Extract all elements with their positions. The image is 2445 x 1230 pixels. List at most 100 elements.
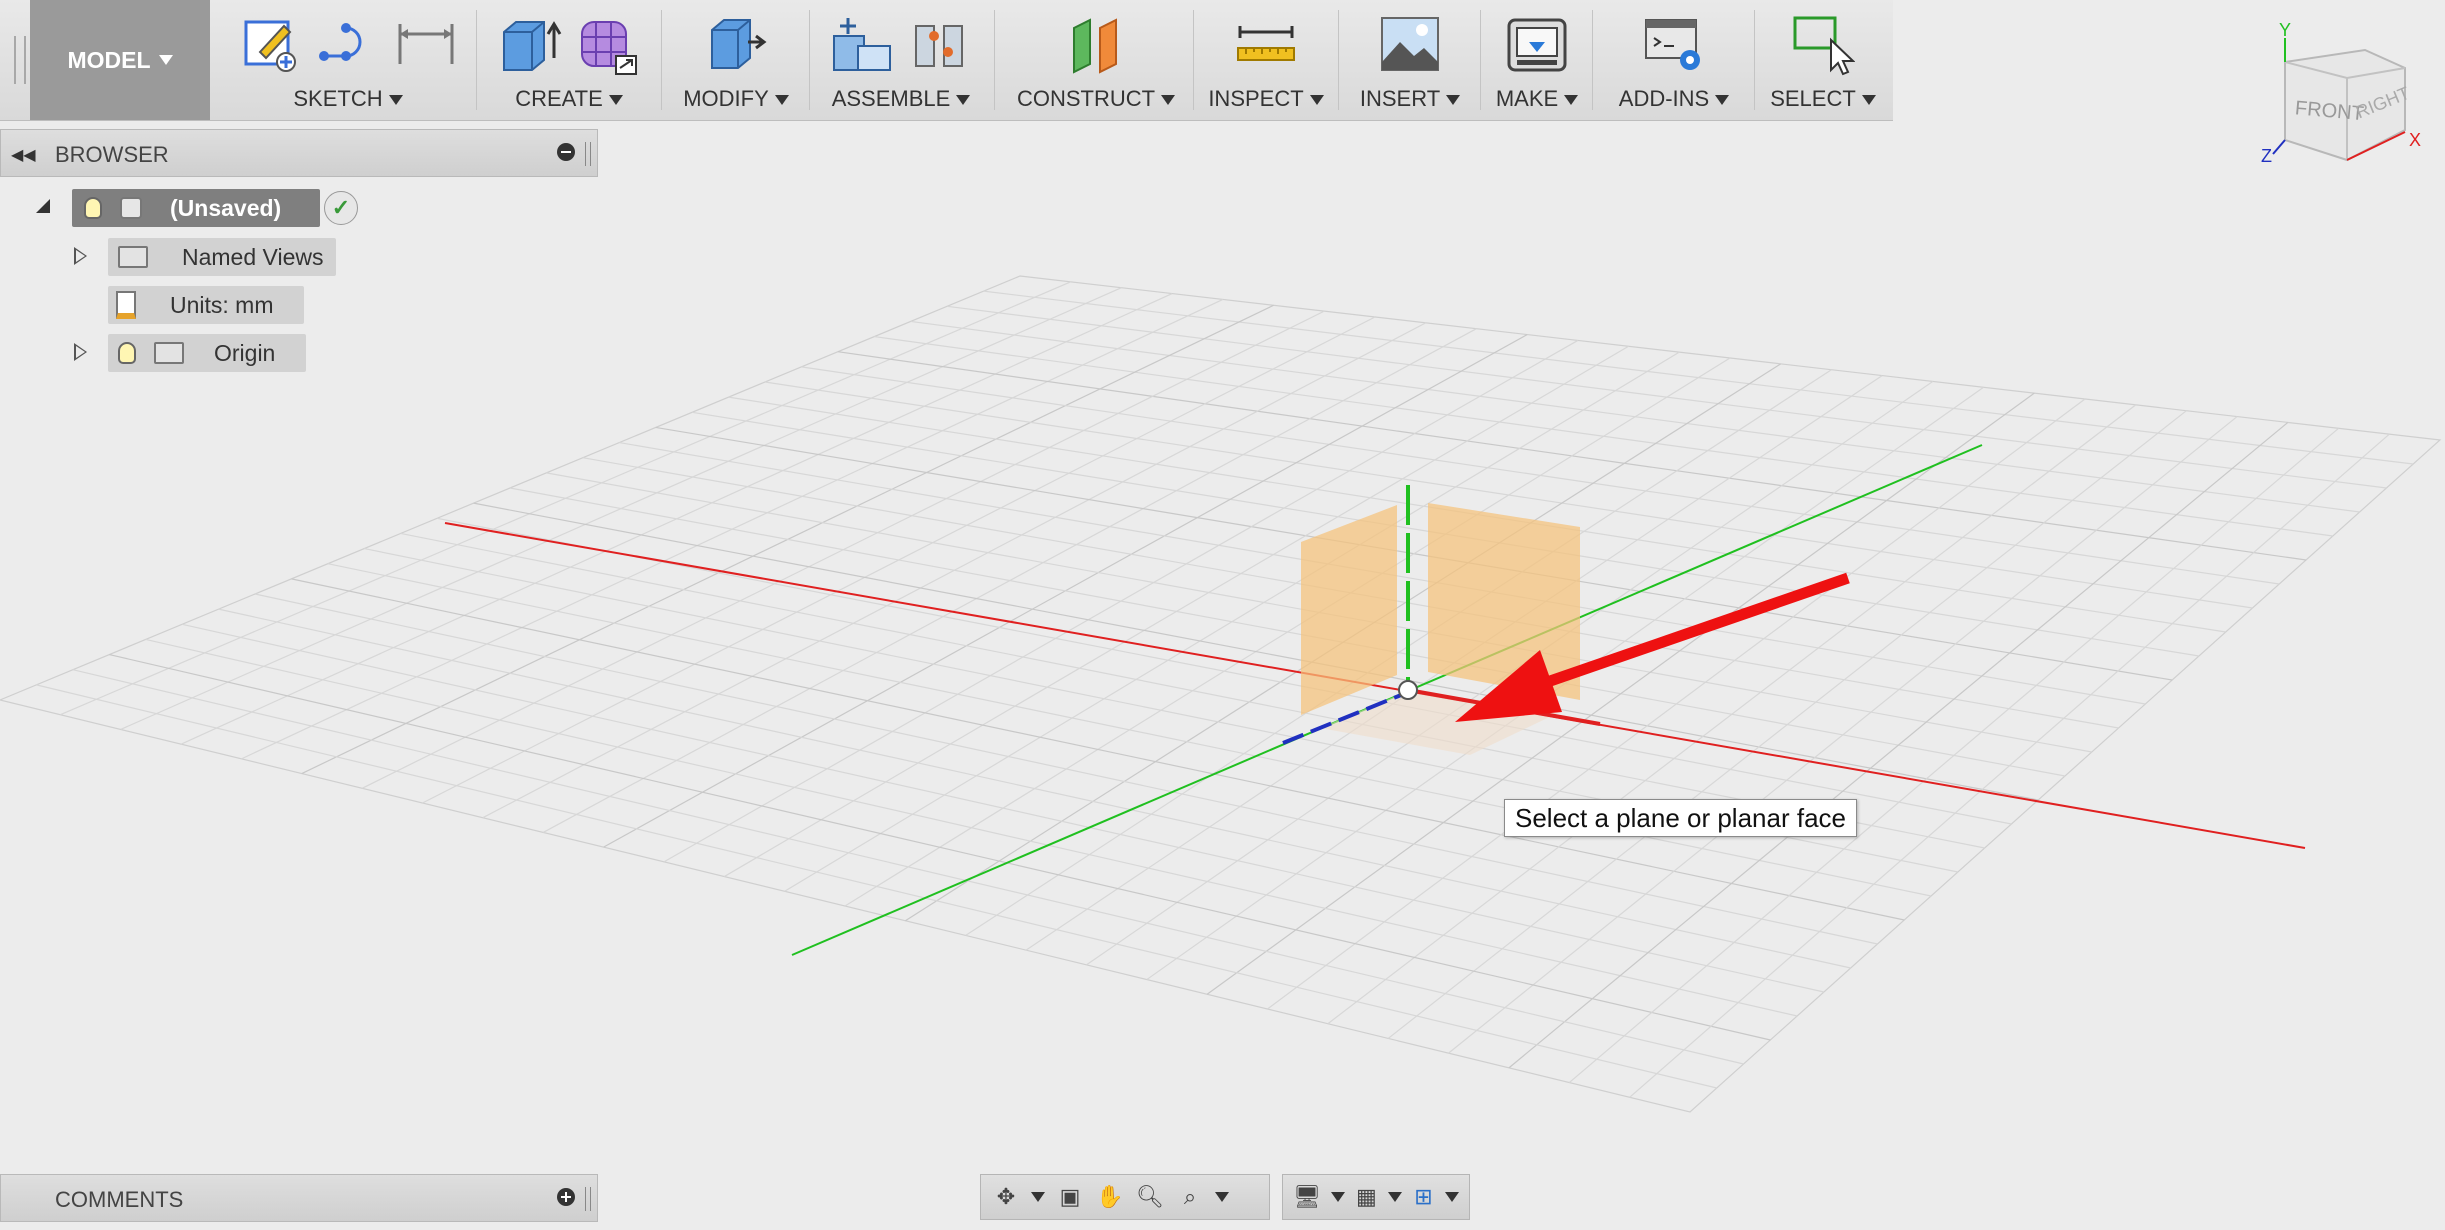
extrude-icon[interactable] [498,12,562,76]
view-cube-x-label: X [2409,130,2421,150]
toolbar-divider [1592,10,1593,110]
visibility-bulb-icon[interactable] [118,342,136,364]
chevron-down-icon [1564,95,1579,106]
grid-settings-icon[interactable]: ▦ [1355,1182,1378,1212]
view-cube[interactable]: FRONT RIGHT Y X Z [2255,20,2425,180]
component-icon [120,197,142,219]
chevron-down-icon[interactable] [1031,1192,1045,1202]
origin-plane-xy[interactable] [1301,505,1397,715]
modify-menu[interactable]: MODIFY [665,86,807,112]
construct-menu[interactable]: CONSTRUCT [998,86,1194,112]
chevron-down-icon [1309,95,1324,106]
expand-named-views-icon[interactable] [74,247,87,265]
toolbar-divider [1338,10,1339,110]
tree-item-units[interactable]: Units: mm [108,286,304,324]
toolbar-divider [809,10,810,110]
chevron-down-icon [608,95,623,106]
panel-grip[interactable] [585,1187,591,1211]
sketch-dimension-icon[interactable] [394,12,458,76]
addins-menu[interactable]: ADD-INS [1596,86,1752,112]
tree-item-label: Units: mm [170,291,274,318]
select-icon[interactable] [1791,12,1855,76]
tree-item-named-views[interactable]: Named Views [108,238,336,276]
tree-item-label: Origin [214,339,276,366]
chevron-down-icon [774,95,789,106]
select-group: SELECT [1758,0,1888,120]
make-menu[interactable]: MAKE [1484,86,1590,112]
create-menu[interactable]: CREATE [480,86,658,112]
make-group: MAKE [1484,0,1590,120]
fit-zoom-icon[interactable]: ⌕ [1175,1182,1205,1212]
active-component-check-icon[interactable]: ✓ [324,191,358,225]
inspect-group: INSPECT [1197,0,1335,120]
chevron-down-icon [1861,95,1876,106]
expand-root-icon[interactable] [36,199,50,213]
toolbar: MODEL SKETCH CREATE MODIFY ASSEMBLE CONS… [0,0,1893,121]
sketch-menu[interactable]: SKETCH [222,86,474,112]
chevron-down-icon [388,95,403,106]
grid-edge-markers [2050,330,2096,340]
comments-panel-header[interactable]: COMMENTS [0,1174,598,1222]
press-pull-icon[interactable] [704,12,768,76]
toolbar-divider [1480,10,1481,110]
zoom-icon[interactable]: 🔍︎ [1135,1182,1165,1212]
toolbar-grip[interactable] [14,36,26,84]
insert-menu[interactable]: INSERT [1342,86,1478,112]
chevron-down-icon [1715,95,1730,106]
toolbar-divider [994,10,995,110]
create-group: CREATE [480,0,658,120]
select-menu[interactable]: SELECT [1758,86,1888,112]
construct-group: CONSTRUCT [998,0,1194,120]
panel-grip[interactable] [585,142,591,166]
chevron-down-icon [158,55,173,65]
orbit-icon[interactable]: ✥ [991,1182,1021,1212]
viewports-icon[interactable]: ⊞ [1412,1182,1435,1212]
inspect-menu[interactable]: INSPECT [1197,86,1335,112]
create-sketch-icon[interactable] [238,12,302,76]
ground-grid [0,275,2442,1113]
folder-icon [154,342,184,364]
look-at-icon[interactable]: ▣ [1055,1182,1085,1212]
chevron-down-icon[interactable] [1330,1192,1345,1202]
tree-item-origin[interactable]: Origin [108,334,306,372]
toolbar-divider [1754,10,1755,110]
insert-image-icon[interactable] [1378,12,1442,76]
workspace-switcher-button[interactable]: MODEL [30,0,210,120]
scripts-addins-icon[interactable] [1642,12,1706,76]
folder-icon [118,246,148,268]
collapse-panel-icon[interactable]: ◀◀ [11,145,36,165]
tree-root[interactable]: (Unsaved) [72,189,320,227]
insert-group: INSERT [1342,0,1478,120]
expand-origin-icon[interactable] [74,343,87,361]
chevron-down-icon[interactable] [1387,1192,1402,1202]
display-settings-icon[interactable]: 🖥︎ [1293,1182,1321,1212]
joint-icon[interactable] [908,12,972,76]
offset-plane-icon[interactable] [1064,12,1128,76]
visibility-bulb-icon[interactable] [84,197,102,219]
measure-icon[interactable] [1234,12,1298,76]
minimize-icon[interactable] [557,143,575,161]
arc-icon[interactable] [316,12,380,76]
assemble-menu[interactable]: ASSEMBLE [813,86,989,112]
origin-point[interactable] [1398,680,1418,700]
chevron-down-icon[interactable] [1445,1192,1459,1202]
chevron-down-icon [1161,95,1176,106]
origin-plane-yz[interactable] [1428,503,1580,700]
chevron-down-icon[interactable] [1215,1192,1229,1202]
chevron-down-icon [956,95,971,106]
addins-group: ADD-INS [1596,0,1752,120]
3d-print-icon[interactable] [1505,12,1569,76]
sketch-group: SKETCH [222,0,474,120]
add-comment-icon[interactable] [557,1188,575,1206]
view-cube-y-label: Y [2279,20,2291,40]
units-document-icon [116,291,136,319]
create-form-icon[interactable] [576,12,640,76]
browser-panel-header: ◀◀ BROWSER [0,129,598,177]
chevron-down-icon [1446,95,1461,106]
selection-tooltip: Select a plane or planar face [1504,799,1857,837]
comments-title: COMMENTS [55,1187,184,1212]
new-component-icon[interactable] [830,12,894,76]
pan-hand-icon[interactable]: ✋ [1095,1182,1125,1212]
assemble-group: ASSEMBLE [813,0,989,120]
viewport-canvas[interactable] [0,0,2445,1230]
